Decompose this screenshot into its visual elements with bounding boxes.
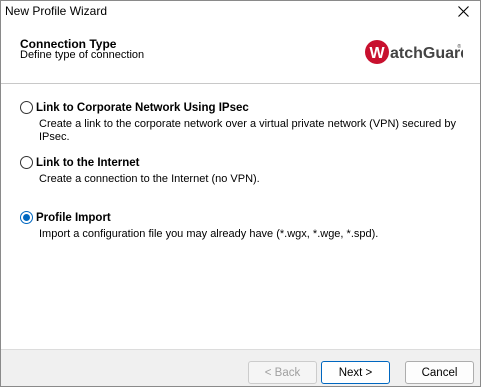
svg-text:atchGuard: atchGuard	[390, 45, 463, 62]
option-label: Link to the Internet	[36, 156, 140, 169]
radio-corporate-ipsec[interactable]	[20, 101, 33, 114]
close-icon	[457, 6, 469, 17]
radio-internet[interactable]	[20, 156, 33, 169]
option-profile-import: Profile Import Import a configuration fi…	[20, 211, 470, 241]
back-button[interactable]: < Back	[248, 361, 317, 384]
wizard-content: Link to Corporate Network Using IPsec Cr…	[1, 85, 480, 349]
svg-text:®: ®	[457, 43, 461, 50]
option-label: Link to Corporate Network Using IPsec	[36, 101, 249, 114]
option-description: Import a configuration file you may alre…	[39, 228, 379, 240]
close-button[interactable]	[452, 2, 474, 21]
option-description: Create a link to the corporate network o…	[39, 118, 456, 143]
option-corporate-ipsec: Link to Corporate Network Using IPsec Cr…	[20, 101, 470, 144]
option-internet: Link to the Internet Create a connection…	[20, 156, 470, 186]
wizard-footer: < Back Next > Cancel	[1, 349, 480, 386]
page-subtitle: Define type of connection	[20, 49, 145, 61]
option-label: Profile Import	[36, 211, 111, 224]
option-corporate-ipsec-row[interactable]: Link to Corporate Network Using IPsec	[20, 101, 470, 114]
watchguard-logo-mark: W atchGuard ®	[365, 40, 463, 64]
title-bar: New Profile Wizard	[1, 1, 480, 22]
cancel-button[interactable]: Cancel	[405, 361, 474, 384]
svg-text:W: W	[369, 45, 385, 62]
option-profile-import-row[interactable]: Profile Import	[20, 211, 470, 224]
window-title: New Profile Wizard	[5, 4, 108, 18]
option-description: Create a connection to the Internet (no …	[39, 173, 260, 185]
option-internet-row[interactable]: Link to the Internet	[20, 156, 470, 169]
next-button[interactable]: Next >	[321, 361, 390, 384]
radio-profile-import[interactable]	[20, 211, 33, 224]
wizard-header: Connection Type Define type of connectio…	[1, 22, 480, 84]
wizard-window: New Profile Wizard Connection Type Defin…	[0, 0, 481, 387]
